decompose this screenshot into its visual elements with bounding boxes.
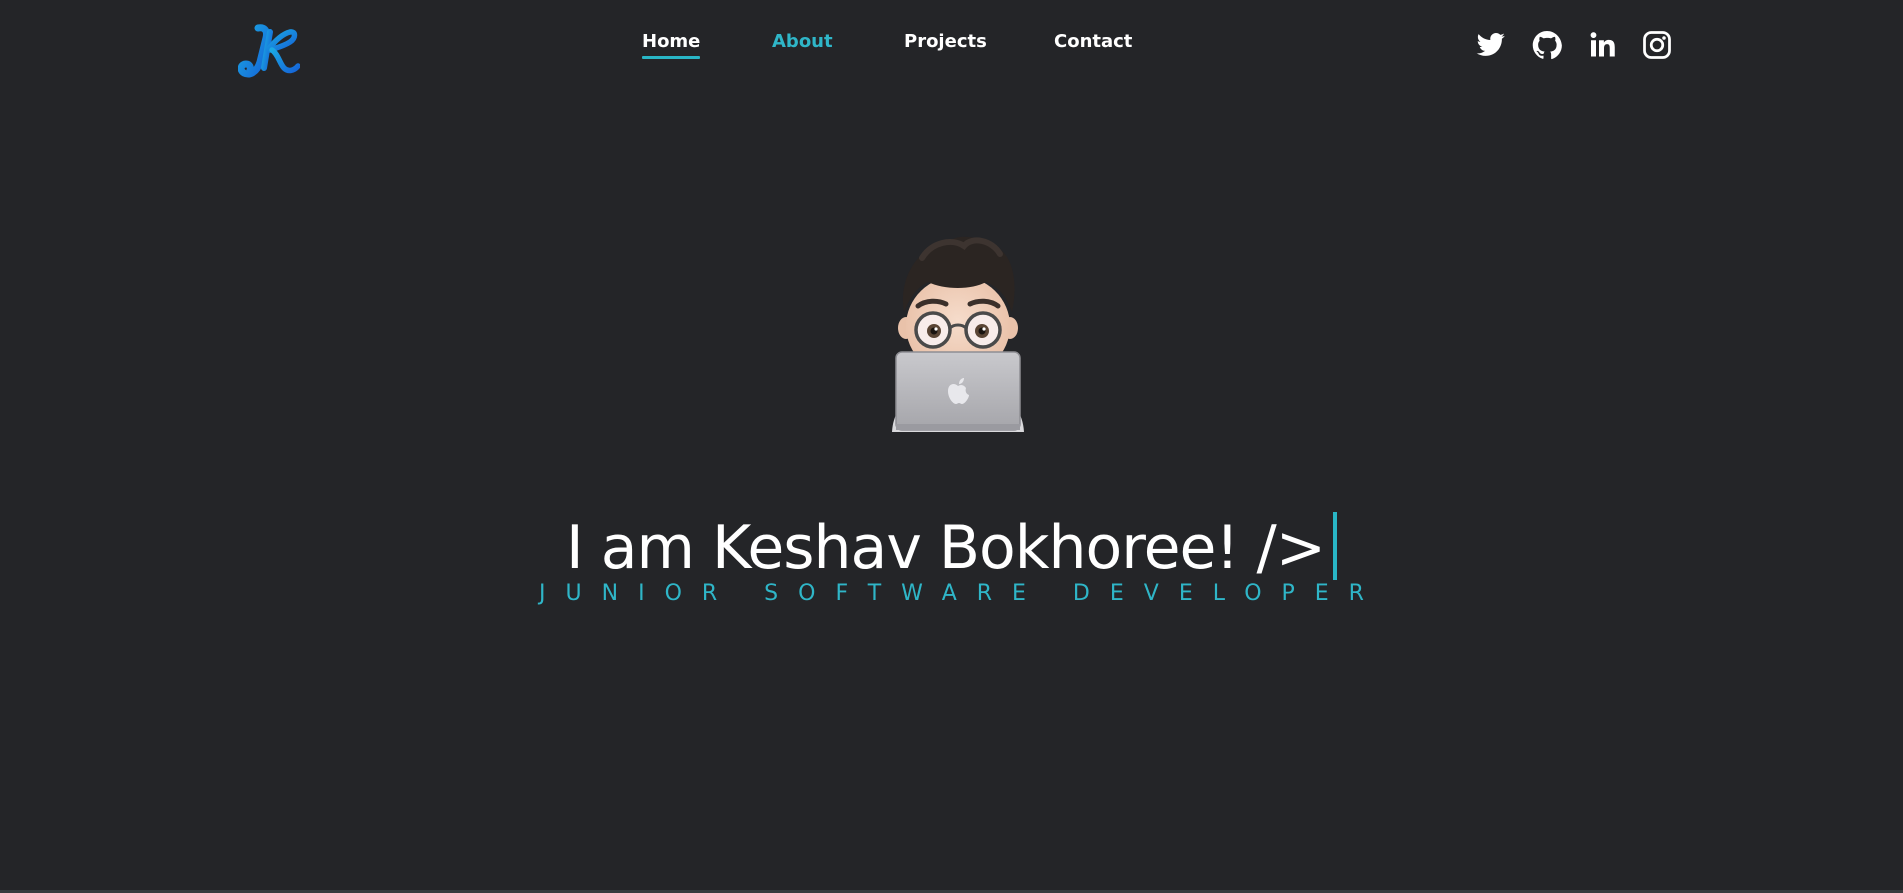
nav-link-projects[interactable]: Projects — [904, 30, 987, 54]
typing-cursor — [1333, 512, 1338, 581]
nav-link-contact[interactable]: Contact — [1054, 30, 1132, 54]
linkedin-icon[interactable] — [1587, 30, 1617, 60]
hero-title: I am Keshav Bokhoree! /> — [0, 508, 1903, 588]
hero-subtitle: JUNIOR SOFTWARE DEVELOPER — [539, 581, 1384, 606]
github-icon[interactable] — [1532, 30, 1562, 60]
nav-link-about[interactable]: About — [772, 30, 833, 54]
twitter-icon[interactable] — [1476, 30, 1506, 60]
page: Home About Projects Contact I am Keshav … — [0, 0, 1903, 893]
instagram-icon[interactable] — [1642, 30, 1672, 60]
nav-link-home[interactable]: Home — [642, 30, 701, 59]
memoji-avatar-image — [882, 228, 1034, 432]
hero-title-text: I am Keshav Bokhoree! /> — [565, 513, 1326, 584]
main-nav: Home About Projects Contact — [0, 30, 1903, 64]
